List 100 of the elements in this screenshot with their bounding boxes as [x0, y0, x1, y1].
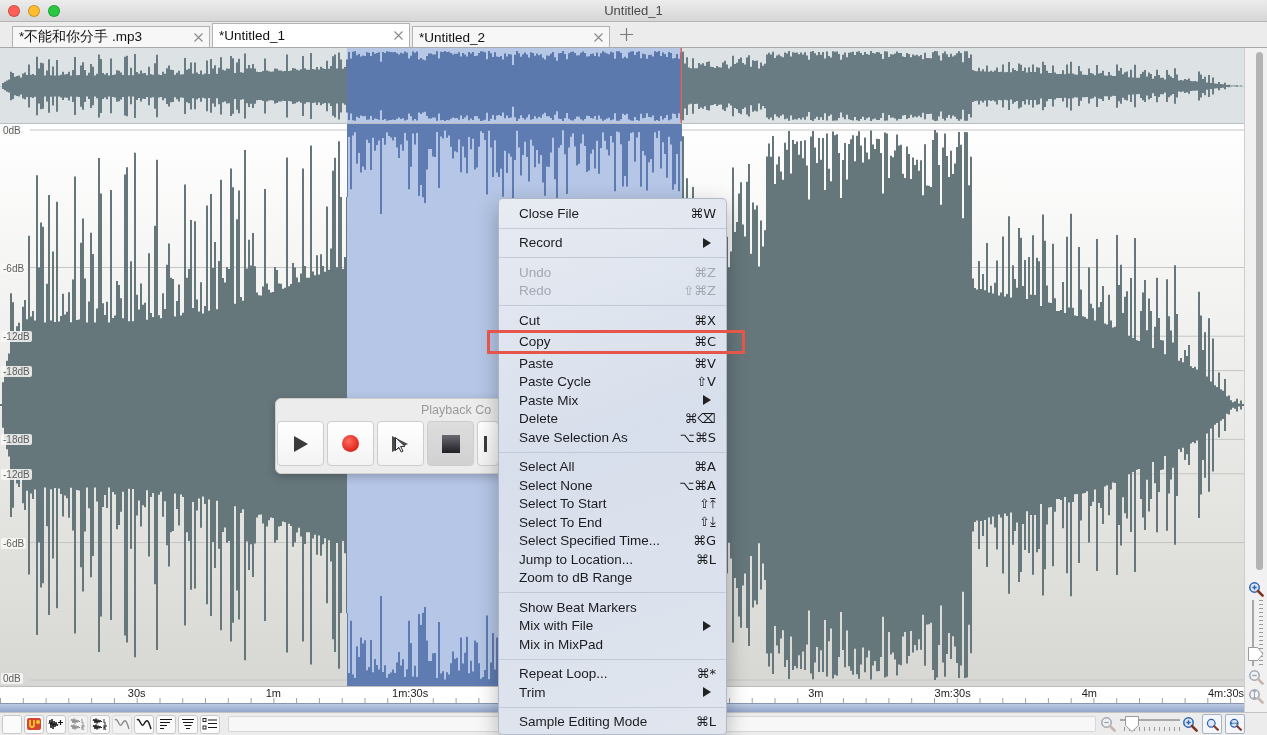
tool-button[interactable] — [134, 714, 154, 734]
menu-item[interactable]: Trim — [499, 683, 726, 702]
stop-button[interactable] — [427, 421, 474, 466]
tab[interactable]: *不能和你分手 .mp3 — [12, 26, 210, 47]
play-button[interactable] — [277, 421, 324, 466]
menu-item[interactable]: Jump to Location... ⌘L — [499, 550, 726, 569]
plus-icon[interactable] — [620, 28, 633, 41]
centered-bars-icon — [180, 717, 196, 731]
record-button[interactable] — [327, 421, 374, 466]
keyboard-shortcut: ⌘G — [692, 533, 716, 549]
stop-icon — [441, 434, 460, 453]
close-icon[interactable] — [594, 32, 603, 42]
keyboard-shortcut: ⌘V — [694, 355, 716, 371]
submenu-arrow-icon — [703, 395, 711, 406]
menu-item[interactable]: Select To Start ⇧⤒ — [499, 494, 726, 513]
zoom-in-icon[interactable] — [1248, 581, 1264, 597]
close-icon[interactable] — [394, 31, 403, 40]
submenu-arrow-icon — [703, 237, 711, 248]
time-label: 1m:30s — [392, 687, 429, 699]
skip-button[interactable] — [477, 421, 499, 466]
tool-button[interactable] — [200, 714, 220, 734]
vertical-scrollbar[interactable] — [1256, 52, 1263, 570]
menu-item[interactable]: Paste ⌘V — [499, 354, 726, 373]
keyboard-shortcut: ⌘C — [693, 334, 716, 350]
db-label: -12dB — [1, 468, 32, 480]
keyboard-shortcut: ⇧⤓ — [699, 514, 716, 531]
keyboard-shortcut: ⌘A — [694, 459, 716, 475]
menu-item[interactable]: Zoom to dB Range — [499, 568, 726, 587]
tool-button[interactable] — [90, 714, 110, 734]
slider-thumb[interactable] — [1248, 646, 1264, 661]
squiggle-icon — [136, 717, 152, 731]
keyboard-shortcut: ⌥⌘S — [679, 429, 716, 445]
pointer-icon — [392, 434, 409, 453]
colorful-tile-icon — [26, 717, 42, 731]
squiggle-icon — [114, 717, 130, 731]
menu-item[interactable]: Select To End ⇧⤓ — [499, 513, 726, 532]
keyboard-shortcut: ⌘W — [690, 205, 716, 221]
record-icon — [342, 435, 359, 452]
menu-item[interactable]: Select Specified Time... ⌘G — [499, 531, 726, 550]
play-icon — [293, 435, 308, 452]
menu-item[interactable]: Paste Cycle ⇧V — [499, 372, 726, 391]
menu-item[interactable]: Cut ⌘X — [499, 311, 726, 330]
submenu-arrow-icon — [703, 687, 711, 698]
db-label: -18dB — [1, 434, 32, 446]
keyboard-shortcut: ⌘⌫ — [684, 411, 716, 427]
window-title: Untitled_1 — [604, 3, 663, 18]
submenu-arrow-icon — [703, 620, 711, 631]
db-label: 0dB — [1, 673, 23, 684]
menu-item[interactable]: Mix with File — [499, 616, 726, 635]
tool-button[interactable] — [156, 714, 176, 734]
zoom-out-icon[interactable] — [1100, 716, 1116, 732]
list-icon — [202, 717, 218, 731]
tool-button[interactable] — [178, 714, 198, 734]
time-label: 4m:30s — [1207, 687, 1245, 699]
menu-item[interactable]: Mix in MixPad — [499, 635, 726, 654]
bars-icon — [158, 717, 174, 731]
menu-item[interactable]: Save Selection As ⌥⌘S — [499, 428, 726, 447]
zoom-in-icon[interactable] — [1182, 716, 1198, 732]
time-label: 3m:30s — [934, 687, 971, 699]
slider-thumb[interactable] — [1124, 716, 1139, 732]
tab[interactable]: *Untitled_2 — [412, 26, 610, 47]
tool-button[interactable] — [46, 714, 66, 734]
db-label: -18dB — [1, 365, 32, 377]
keyboard-shortcut: ⌘X — [694, 312, 716, 328]
keyboard-shortcut: ⇧⤒ — [699, 495, 716, 512]
keyboard-shortcut: ⇧V — [696, 374, 716, 390]
keyboard-shortcut: ⌘L — [695, 714, 716, 730]
menu-item[interactable]: Record — [499, 233, 726, 252]
zoom-out-icon[interactable] — [1248, 669, 1264, 685]
keyboard-shortcut: ⌘Z — [694, 264, 716, 280]
menu-item[interactable]: Delete ⌘⌫ — [499, 409, 726, 428]
tab[interactable]: *Untitled_1 — [212, 23, 410, 47]
play-from-cursor-button[interactable] — [377, 421, 424, 466]
keyboard-shortcut: ⌘L — [695, 551, 716, 567]
db-label: -6dB — [1, 537, 27, 549]
stereo-waveform-icon — [92, 717, 108, 731]
db-label: -6dB — [1, 262, 27, 274]
stereo-waveform-icon — [70, 717, 86, 731]
window-close-icon[interactable] — [8, 4, 20, 17]
bar-icon — [484, 435, 487, 452]
menu-item[interactable]: Close File ⌘W — [499, 204, 726, 223]
keyboard-shortcut: ⌘* — [696, 666, 716, 682]
window-zoom-icon[interactable] — [48, 4, 60, 17]
menu-item[interactable]: Sample Editing Mode ⌘L — [499, 712, 726, 731]
time-label: 4m — [1081, 687, 1097, 699]
menu-item[interactable]: Paste Mix — [499, 391, 726, 410]
waveform-plus-icon — [48, 717, 64, 731]
db-label: 0dB — [1, 125, 23, 136]
window-minimize-icon[interactable] — [28, 4, 40, 17]
time-label: 3m — [808, 687, 824, 699]
menu-item[interactable]: Select None ⌥⌘A — [499, 476, 726, 495]
menu-item[interactable]: Show Beat Markers — [499, 598, 726, 617]
close-icon[interactable] — [194, 32, 203, 42]
keyboard-shortcut: ⌥⌘A — [679, 477, 716, 493]
time-label: 30s — [127, 687, 146, 699]
menu-item[interactable]: Select All ⌘A — [499, 457, 726, 476]
menu-item[interactable]: Repeat Loop... ⌘* — [499, 664, 726, 683]
time-label: 1m — [265, 687, 282, 699]
db-label: -12dB — [1, 331, 32, 343]
menu-item[interactable]: Copy ⌘C — [499, 332, 726, 351]
